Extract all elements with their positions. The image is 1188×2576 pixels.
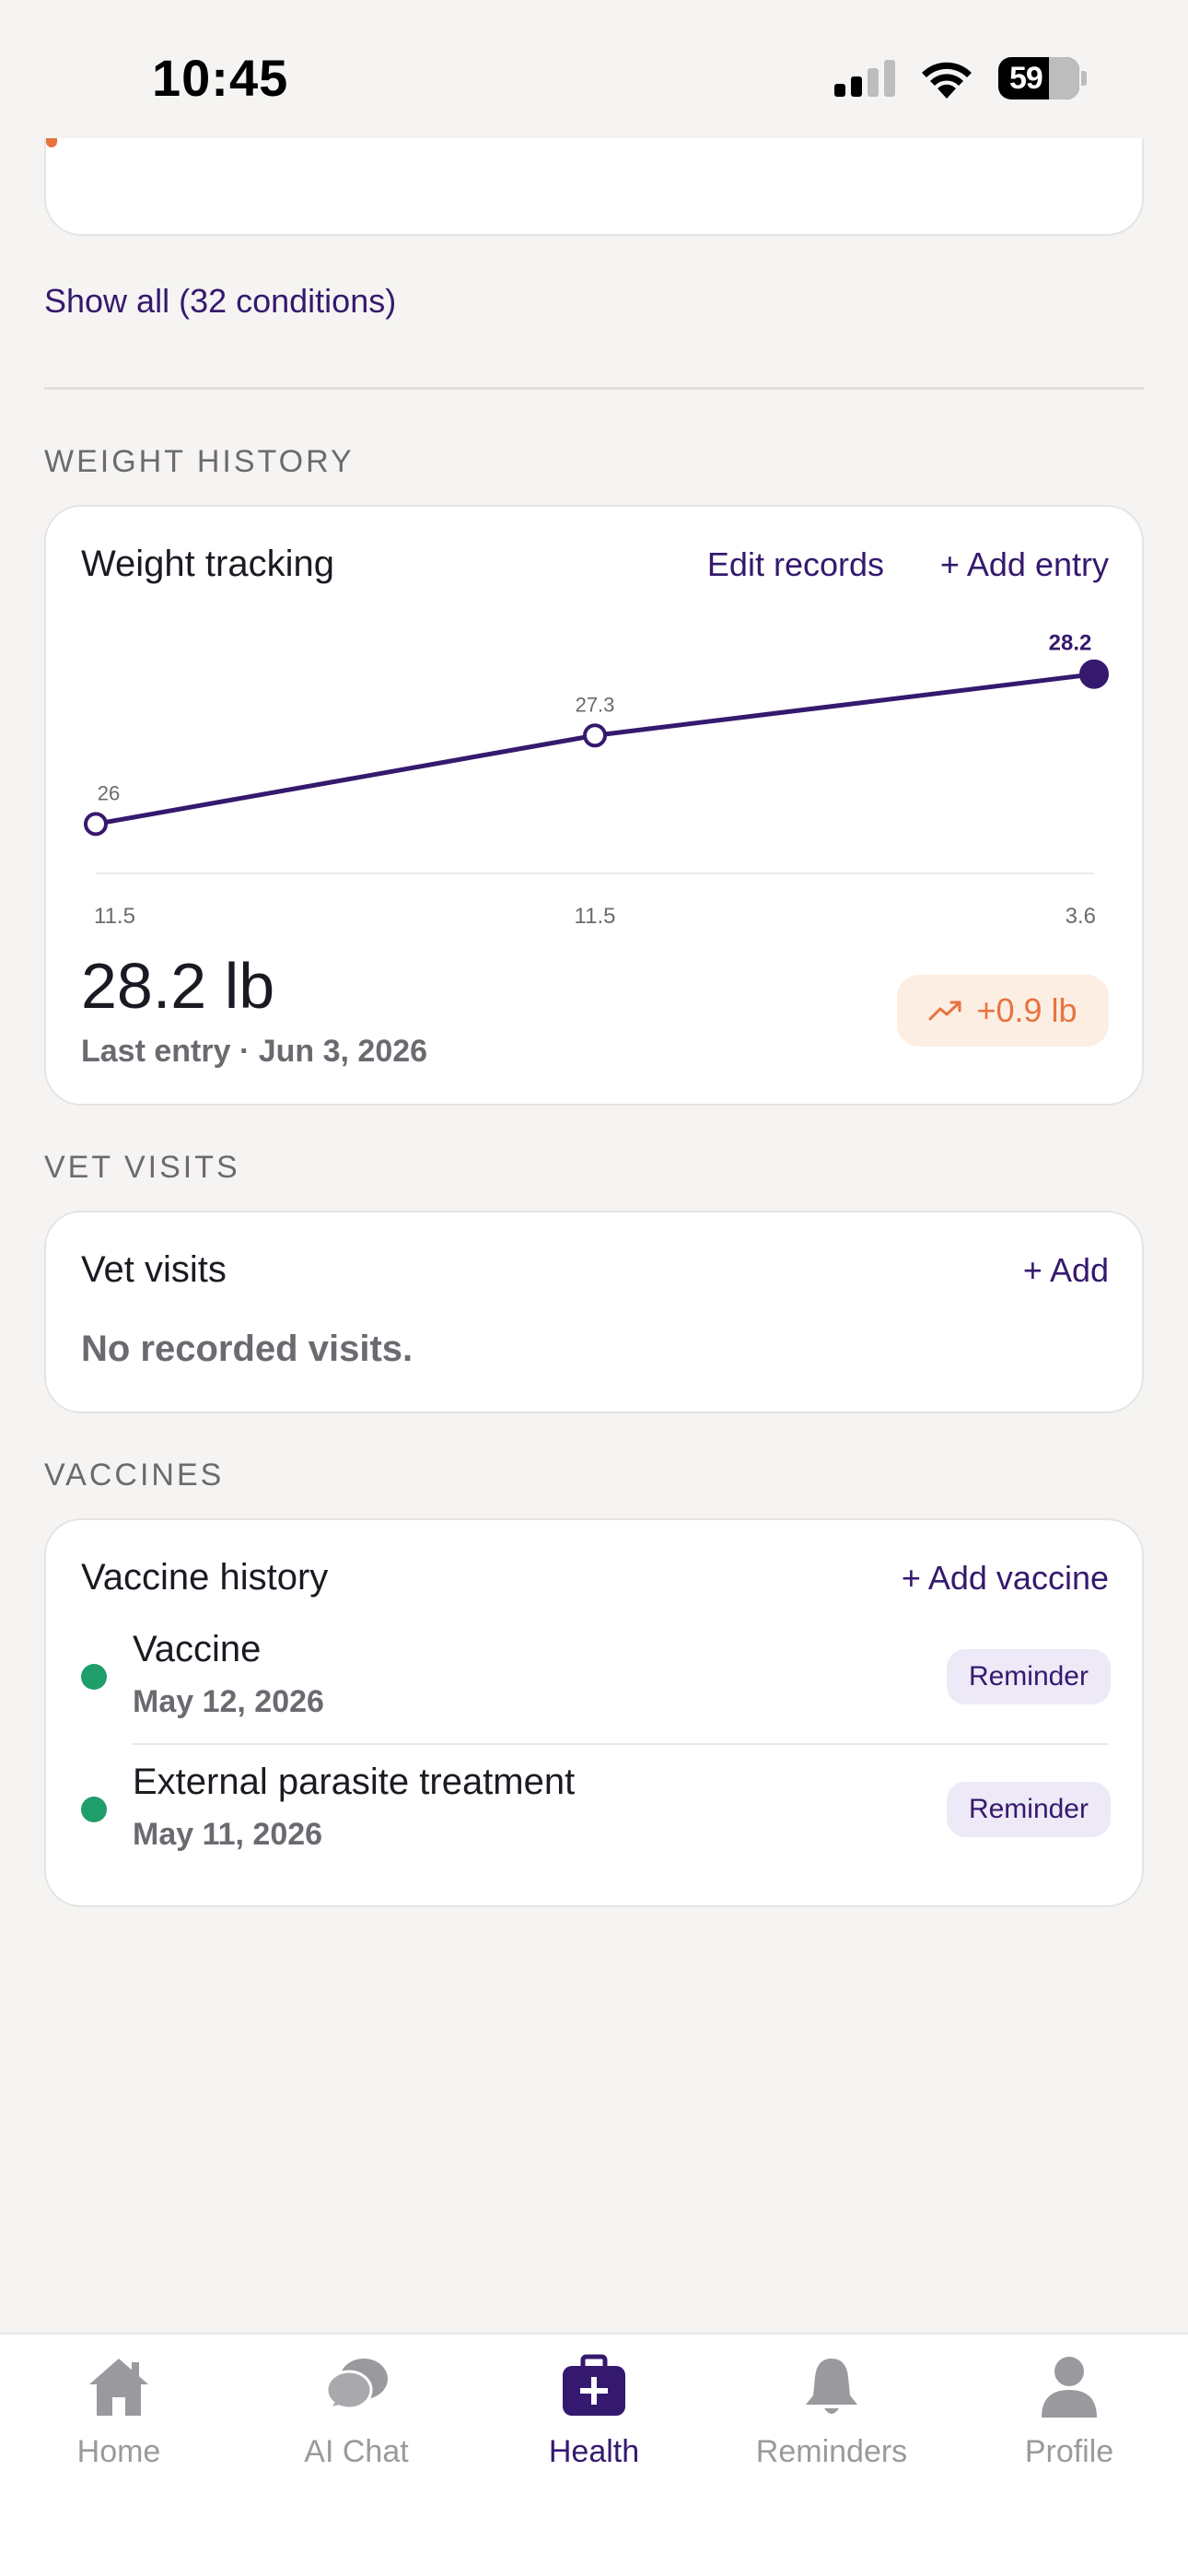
conditions-card bbox=[44, 138, 1144, 236]
last-entry-date: Last entry · Jun 3, 2026 bbox=[81, 1034, 428, 1069]
bell-icon bbox=[806, 2359, 857, 2414]
tab-home[interactable]: Home bbox=[0, 2353, 238, 2491]
weight-section-label: WEIGHT HISTORY bbox=[44, 444, 355, 479]
weight-card-title: Weight tracking bbox=[81, 544, 334, 584]
cellular-signal-icon bbox=[834, 60, 895, 97]
wifi-icon bbox=[922, 62, 972, 99]
battery-icon: 59 bbox=[998, 57, 1079, 100]
health-kit-icon bbox=[563, 2354, 625, 2416]
vaccines-section-label: VACCINES bbox=[44, 1458, 225, 1493]
status-icons: 59 bbox=[834, 57, 1087, 100]
weight-data-point bbox=[583, 723, 607, 748]
weight-point-label: 26 bbox=[98, 781, 120, 804]
edit-records-button[interactable]: Edit records bbox=[707, 545, 884, 584]
weight-data-point bbox=[1079, 659, 1109, 689]
vet-visits-card: Vet visits + Add No recorded visits. bbox=[44, 1211, 1144, 1413]
reminder-button[interactable]: Reminder bbox=[946, 1782, 1111, 1837]
tab-profile-label: Profile bbox=[1024, 2434, 1114, 2469]
row-divider bbox=[133, 1743, 1109, 1745]
status-time: 10:45 bbox=[152, 49, 289, 107]
add-vet-visit-button[interactable]: + Add bbox=[1023, 1251, 1109, 1290]
tab-ai-chat-label: AI Chat bbox=[304, 2434, 409, 2469]
vaccine-row[interactable]: Vaccine May 12, 2026 Reminder bbox=[81, 1622, 1111, 1732]
tab-profile[interactable]: Profile bbox=[950, 2353, 1188, 2491]
home-icon bbox=[89, 2359, 148, 2416]
status-bar: 10:45 59 bbox=[0, 0, 1188, 161]
weight-delta-badge: +0.9 lb bbox=[897, 975, 1109, 1047]
show-all-conditions-link[interactable]: Show all (32 conditions) bbox=[44, 282, 396, 321]
chat-icon bbox=[325, 2359, 388, 2410]
vaccine-status-dot bbox=[81, 1664, 107, 1690]
battery-level: 59 bbox=[1009, 60, 1043, 96]
reminder-button[interactable]: Reminder bbox=[946, 1649, 1111, 1704]
weight-point-label: 27.3 bbox=[576, 693, 615, 716]
condition-indicator bbox=[46, 138, 57, 147]
person-icon bbox=[1042, 2357, 1097, 2418]
tab-reminders-label: Reminders bbox=[755, 2434, 908, 2469]
vaccine-name: Vaccine bbox=[133, 1629, 262, 1669]
trending-up-icon bbox=[928, 1001, 961, 1021]
weight-card: Weight tracking Edit records + Add entry… bbox=[44, 505, 1144, 1106]
weight-chart: 26 11.5 27.3 11.5 28.2 3.6 bbox=[84, 631, 1109, 929]
tab-ai-chat[interactable]: AI Chat bbox=[238, 2353, 475, 2491]
vaccine-date: May 11, 2026 bbox=[133, 1817, 323, 1852]
tab-reminders[interactable]: Reminders bbox=[713, 2353, 950, 2491]
vaccine-date: May 12, 2026 bbox=[133, 1684, 324, 1719]
vet-card-title: Vet visits bbox=[81, 1249, 227, 1290]
add-entry-button[interactable]: + Add entry bbox=[940, 545, 1109, 584]
weight-data-point bbox=[84, 812, 108, 837]
current-weight: 28.2 lb bbox=[81, 950, 275, 1022]
vaccine-name: External parasite treatment bbox=[133, 1762, 576, 1802]
weight-point-label: 28.2 bbox=[1049, 631, 1092, 656]
weight-x-tick-label: 3.6 bbox=[1066, 904, 1096, 929]
vaccine-history-card: Vaccine history + Add vaccine Vaccine Ma… bbox=[44, 1518, 1144, 1907]
tab-bar: Home AI Chat Health Reminders Profile bbox=[0, 2333, 1188, 2576]
vet-section-label: VET VISITS bbox=[44, 1150, 240, 1185]
vaccine-card-title: Vaccine history bbox=[81, 1557, 329, 1598]
weight-x-tick-label: 11.5 bbox=[575, 904, 616, 929]
vaccine-row[interactable]: External parasite treatment May 11, 2026… bbox=[81, 1754, 1111, 1865]
weight-delta: +0.9 lb bbox=[976, 991, 1077, 1029]
tab-home-label: Home bbox=[76, 2434, 161, 2469]
vet-empty-state: No recorded visits. bbox=[81, 1329, 413, 1369]
section-divider bbox=[44, 387, 1144, 390]
tab-health-label: Health bbox=[548, 2434, 640, 2469]
tab-health[interactable]: Health bbox=[475, 2353, 713, 2491]
add-vaccine-button[interactable]: + Add vaccine bbox=[902, 1559, 1109, 1598]
vaccine-status-dot bbox=[81, 1797, 107, 1822]
weight-x-tick-label: 11.5 bbox=[94, 904, 135, 929]
